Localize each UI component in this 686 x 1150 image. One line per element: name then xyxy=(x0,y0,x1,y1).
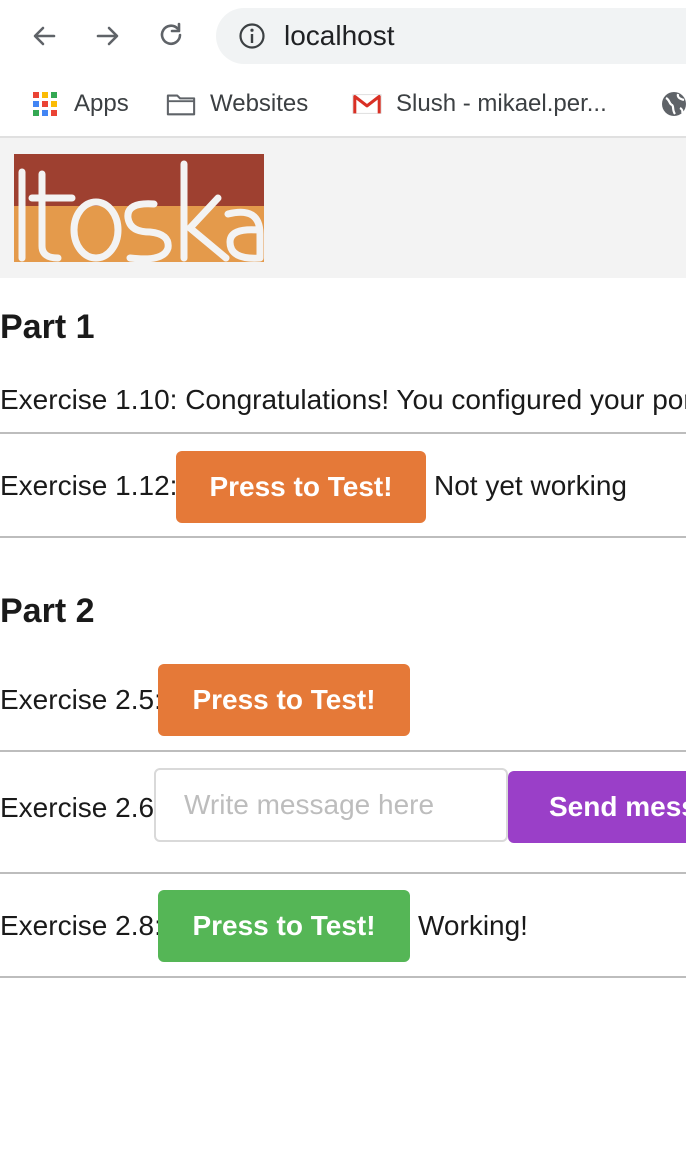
header-band xyxy=(0,138,686,278)
ex28-test-button[interactable]: Press to Test! xyxy=(158,890,410,962)
address-bar[interactable]: localhost xyxy=(216,8,686,64)
forward-arrow-icon[interactable] xyxy=(90,18,126,54)
bookmark-label: Websites xyxy=(210,90,309,117)
exercise-2-5-label: Exercise 2.5: xyxy=(0,684,162,715)
divider xyxy=(0,536,686,538)
exercise-1-10-text: Exercise 1.10: Congratulations! You conf… xyxy=(0,384,686,415)
bookmark-label: Slush - mikael.per... xyxy=(396,90,607,117)
exercise-2-6-label: Exercise 2.6: xyxy=(0,792,162,823)
ex25-test-button[interactable]: Press to Test! xyxy=(158,664,410,736)
url-text[interactable]: localhost xyxy=(284,20,395,52)
message-placeholder: Write message here xyxy=(184,789,435,820)
bookmarks-bar: Apps Websites Slush - mikael.per... xyxy=(0,72,686,138)
ex28-status: Working! xyxy=(418,910,528,941)
reload-icon[interactable] xyxy=(154,18,190,54)
bookmark-websites[interactable]: Websites xyxy=(166,84,308,124)
gmail-icon xyxy=(352,89,382,119)
bookmark-apps[interactable]: Apps xyxy=(30,84,129,124)
send-message-button[interactable]: Send message xyxy=(508,771,686,843)
bookmark-slush[interactable]: Slush - mikael.per... xyxy=(352,84,607,124)
message-input[interactable]: Write message here xyxy=(154,768,508,842)
ex112-status: Not yet working xyxy=(434,470,627,501)
bookmark-label: Apps xyxy=(74,90,129,117)
browser-toolbar: localhost xyxy=(0,0,686,72)
part2-heading: Part 2 xyxy=(0,592,95,630)
part1-heading: Part 1 xyxy=(0,308,95,346)
divider xyxy=(0,432,686,434)
info-icon[interactable] xyxy=(238,22,266,50)
divider xyxy=(0,976,686,978)
globe-icon[interactable] xyxy=(660,84,686,124)
exercise-2-8-label: Exercise 2.8: xyxy=(0,910,162,941)
exercise-1-12-label: Exercise 1.12: xyxy=(0,470,178,501)
apps-grid-icon xyxy=(30,89,60,119)
itoska-logo xyxy=(14,154,264,262)
divider xyxy=(0,872,686,874)
back-arrow-icon[interactable] xyxy=(26,18,62,54)
folder-icon xyxy=(166,89,196,119)
divider xyxy=(0,750,686,752)
ex112-test-button[interactable]: Press to Test! xyxy=(176,451,426,523)
